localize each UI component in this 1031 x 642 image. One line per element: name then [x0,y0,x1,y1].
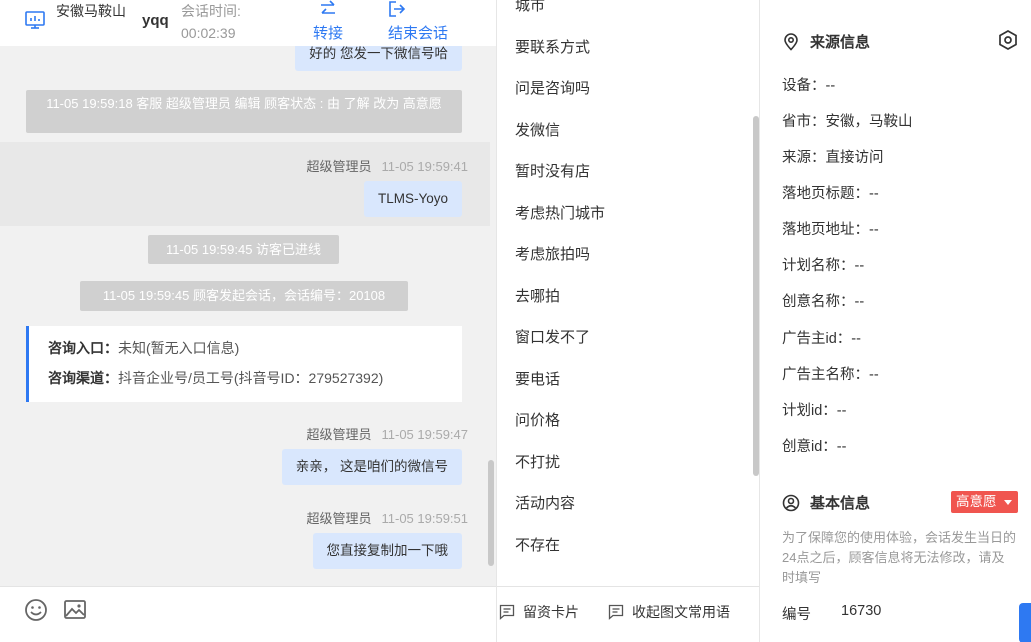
message-time: 11-05 19:59:41 [381,159,469,174]
lead-card-button[interactable]: 留资卡片 [499,602,579,622]
source-row-creative-name: 创意名称：-- [782,294,865,310]
exit-icon [389,1,406,17]
message-square-icon [499,604,515,620]
transfer-label: 转接 [312,25,343,42]
consult-channel-row: 咨询渠道：抖音企业号/员工号(抖音号ID：279527392) [48,363,462,393]
quick-replies-panel: 城市 要联系方式 问是咨询吗 发微信 暂时没有店 考虑热门城市 考虑旅拍吗 去哪… [496,0,760,642]
customer-number-label: 编号 [782,607,811,623]
basic-info-title: 基本信息 [782,492,870,513]
visitor-location: 安徽马鞍山 [56,3,126,19]
session-time-value: 00:02:39 [181,25,236,41]
lead-card-label: 留资卡片 [523,604,579,620]
message-meta: 超级管理员 11-05 19:59:47 [306,424,468,443]
edit-deadline-note: 为了保障您的使用体验，会话发生当日的24点之后，顾客信息将无法修改，请及时填写 [782,530,1017,585]
quick-reply-item[interactable]: 问是咨询吗 [515,79,590,99]
end-session-label: 结束会话 [388,25,449,42]
message-time: 11-05 19:59:47 [381,427,469,442]
message-sender: 超级管理员 [306,427,372,442]
location-pin-icon [784,33,798,51]
transfer-icon [321,0,335,14]
system-message: 11-05 19:59:45 顾客发起会话，会话编号：20108 [80,281,408,311]
source-row-origin: 来源：直接访问 [782,150,884,166]
chat-bubble-agent: 您直接复制加一下哦 [312,533,462,569]
image-icon[interactable] [63,598,87,622]
collapse-phrases-button[interactable]: 收起图文常用语 [608,602,730,622]
quick-reply-item[interactable]: 窗口发不了 [515,328,590,348]
quick-reply-item[interactable]: 要联系方式 [515,38,590,58]
message-meta: 超级管理员 11-05 19:59:51 [306,508,468,527]
source-row-landing-url: 落地页地址：-- [782,222,879,238]
consult-entry-value: 未知(暂无入口信息) [118,340,240,356]
settings-hex-icon[interactable] [997,29,1019,51]
visitor-name: yqq [142,12,169,29]
session-time-label: 会话时间: [181,3,241,19]
caret-down-icon [1004,500,1012,505]
source-info-label: 来源信息 [810,34,871,51]
source-row-region: 省市：安徽，马鞍山 [782,114,913,130]
end-session-button[interactable]: 结束会话 [388,0,450,43]
source-row-plan-id: 计划id：-- [782,403,847,419]
customer-info-panel: 来源信息 设备：-- 省市：安徽，马鞍山 来源：直接访问 落地页标题：-- 落地… [760,0,1031,642]
source-info-title: 来源信息 [782,31,870,52]
message-sender: 超级管理员 [306,159,372,174]
smile-icon[interactable] [24,598,48,622]
quick-reply-item[interactable]: 去哪拍 [515,287,560,307]
quick-reply-item[interactable]: 暂时没有店 [515,162,590,182]
chat-bubble-agent: 亲亲， 这是咱们的微信号 [281,449,462,485]
source-row-creative-id: 创意id：-- [782,439,847,455]
quick-reply-item[interactable]: 不存在 [515,536,560,556]
chat-scrollbar[interactable] [488,460,494,566]
chat-bubble-agent: TLMS-Yoyo [363,181,462,217]
quick-replies-footer: 留资卡片 收起图文常用语 [497,586,759,642]
transfer-button[interactable]: 转接 [312,0,344,43]
quick-reply-item[interactable]: 发微信 [515,121,560,141]
source-row-advertiser-name: 广告主名称：-- [782,367,879,383]
source-row-device: 设备：-- [782,78,836,94]
chat-header: 安徽马鞍山 yqq 会话时间: 00:02:39 转接 结束会话 [0,0,496,46]
quick-reply-item[interactable]: 要电话 [515,370,560,390]
source-row-plan-name: 计划名称：-- [782,258,865,274]
quick-reply-item[interactable]: 考虑旅拍吗 [515,245,590,265]
message-time: 11-05 19:59:51 [381,511,469,526]
quick-reply-item[interactable]: 活动内容 [515,494,575,514]
source-row-landing-title: 落地页标题：-- [782,186,879,202]
system-message: 11-05 19:59:18 客服 超级管理员 编辑 顾客状态 : 由 了解 改… [26,90,462,133]
quick-reply-item[interactable]: 城市 [515,0,545,16]
quick-replies-scrollbar[interactable] [753,116,759,476]
consult-info-card: 咨询入口：未知(暂无入口信息) 咨询渠道：抖音企业号/员工号(抖音号ID：279… [26,326,462,402]
side-drawer-tab[interactable] [1019,603,1031,642]
source-row-advertiser-id: 广告主id：-- [782,331,861,347]
chat-toolbar [0,586,496,642]
quick-reply-item[interactable]: 不打扰 [515,453,560,473]
intent-status-dropdown[interactable]: 高意愿 [951,491,1018,513]
consult-channel-key: 咨询渠道： [48,370,118,386]
quick-reply-item[interactable]: 考虑热门城市 [515,204,605,224]
collapse-phrases-label: 收起图文常用语 [632,604,730,620]
message-meta: 超级管理员 11-05 19:59:41 [306,156,468,175]
message-sender: 超级管理员 [306,511,372,526]
system-message: 11-05 19:59:45 访客已进线 [148,235,339,264]
customer-number-value: 16730 [841,603,882,619]
consult-entry-key: 咨询入口： [48,340,118,356]
intent-status-label: 高意愿 [956,494,997,509]
consult-entry-row: 咨询入口：未知(暂无入口信息) [48,333,462,363]
user-circle-icon [782,494,800,512]
monitor-icon [25,11,45,29]
message-square-icon [608,604,624,620]
consult-channel-value: 抖音企业号/员工号(抖音号ID：279527392) [118,370,384,386]
basic-info-label: 基本信息 [810,495,871,512]
quick-reply-item[interactable]: 问价格 [515,411,560,431]
chat-panel: 好的 您发一下微信号哈 11-05 19:59:18 客服 超级管理员 编辑 顾… [0,0,496,642]
